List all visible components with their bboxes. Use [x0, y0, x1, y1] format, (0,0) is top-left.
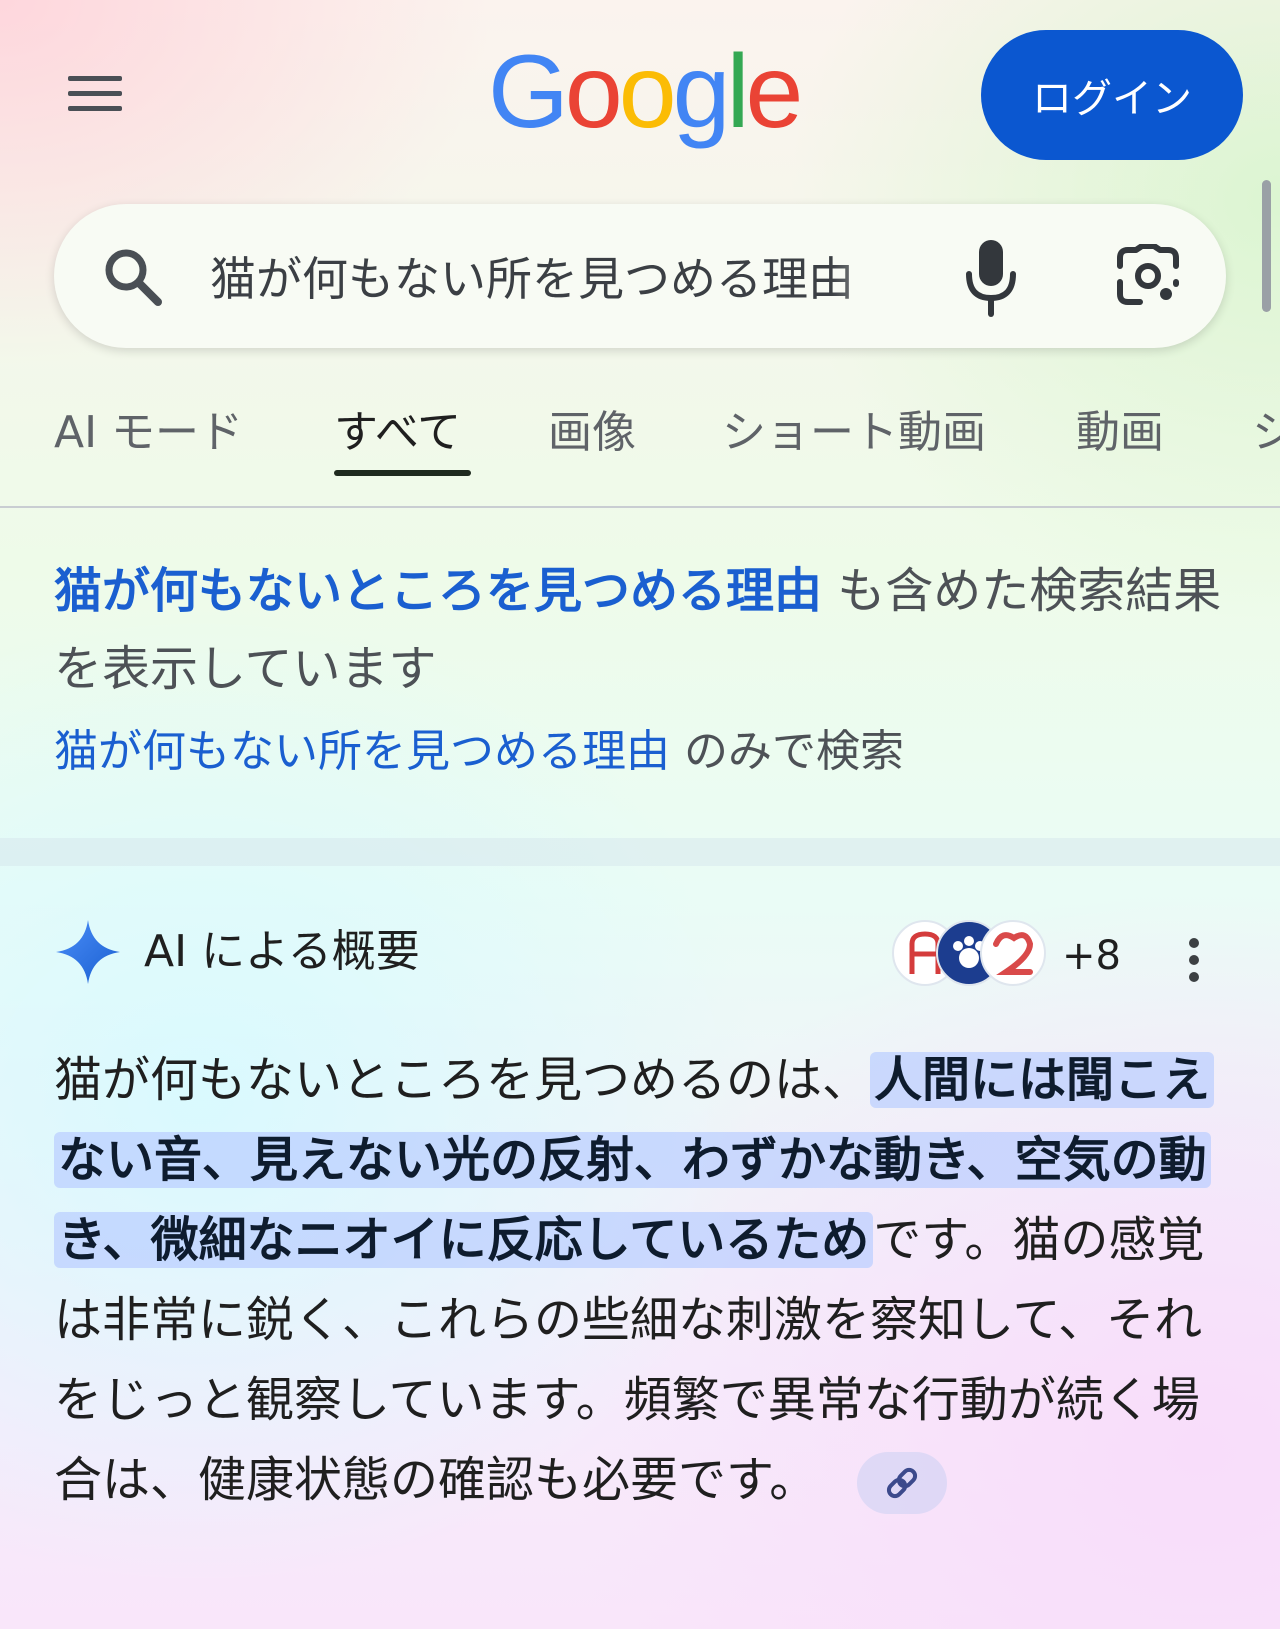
hamburger-menu-icon	[68, 76, 122, 81]
hamburger-line	[68, 91, 122, 96]
source-link-button[interactable]	[857, 1452, 948, 1514]
tab-shopping[interactable]: シ	[1252, 396, 1280, 460]
logo-letter: G	[488, 34, 569, 150]
section-separator	[0, 838, 1280, 866]
logo-letter: o	[618, 34, 677, 150]
answer-intro: 猫が何もないところを見つめるのは、	[54, 1052, 871, 1108]
ai-overview-text: 猫が何もないところを見つめるのは、人間には聞こえない音、見えない光の反射、わずか…	[54, 1040, 1234, 1520]
active-tab-indicator	[334, 470, 471, 476]
source-count[interactable]: +8	[1062, 930, 1121, 982]
scrollbar-thumb[interactable]	[1262, 180, 1271, 312]
ai-overview-title: AI による概要	[144, 926, 420, 977]
google-lens-icon[interactable]	[1116, 244, 1180, 308]
more-options-button[interactable]	[1184, 936, 1204, 984]
logo-letter: e	[745, 34, 804, 150]
gemini-sparkle-icon	[56, 920, 120, 984]
source-favicon[interactable]	[980, 920, 1046, 986]
main-menu-button[interactable]	[62, 70, 126, 118]
tab-images[interactable]: 画像	[548, 396, 636, 460]
tab-videos[interactable]: 動画	[1076, 396, 1164, 460]
search-icon	[105, 249, 162, 306]
microphone-icon[interactable]	[963, 238, 1019, 318]
logo-letter: o	[564, 34, 623, 150]
original-query-notice: 猫が何もない所を見つめる理由 のみで検索	[54, 722, 904, 782]
more-vert-icon	[1189, 938, 1199, 948]
tab-short-videos[interactable]: ショート動画	[722, 396, 986, 460]
search-input[interactable]	[210, 240, 916, 312]
google-logo[interactable]: Google	[488, 34, 804, 150]
logo-letter: g	[672, 34, 731, 150]
divider	[0, 506, 1280, 508]
hamburger-line	[68, 106, 122, 111]
corrected-query-link[interactable]: 猫が何もないところを見つめる理由	[54, 563, 822, 619]
tab-ai-mode[interactable]: AI モード	[54, 396, 243, 460]
kebab-dot	[1189, 955, 1199, 965]
search-tabs: AI モード すべて 画像 ショート動画 動画 シ	[54, 396, 1280, 476]
original-query-link[interactable]: 猫が何もない所を見つめる理由	[54, 726, 670, 777]
tab-all[interactable]: すべて	[334, 396, 461, 460]
ribbon-icon	[993, 932, 1034, 975]
original-query-suffix: のみで検索	[670, 726, 904, 777]
kebab-dot	[1189, 972, 1199, 982]
login-button[interactable]: ログイン	[981, 30, 1243, 160]
link-icon	[887, 1467, 918, 1499]
logo-letter: l	[726, 34, 749, 150]
source-favicons[interactable]	[892, 920, 1052, 990]
spelling-correction-notice: 猫が何もないところを見つめる理由 も含めた検索結果を表示しています	[54, 552, 1234, 708]
